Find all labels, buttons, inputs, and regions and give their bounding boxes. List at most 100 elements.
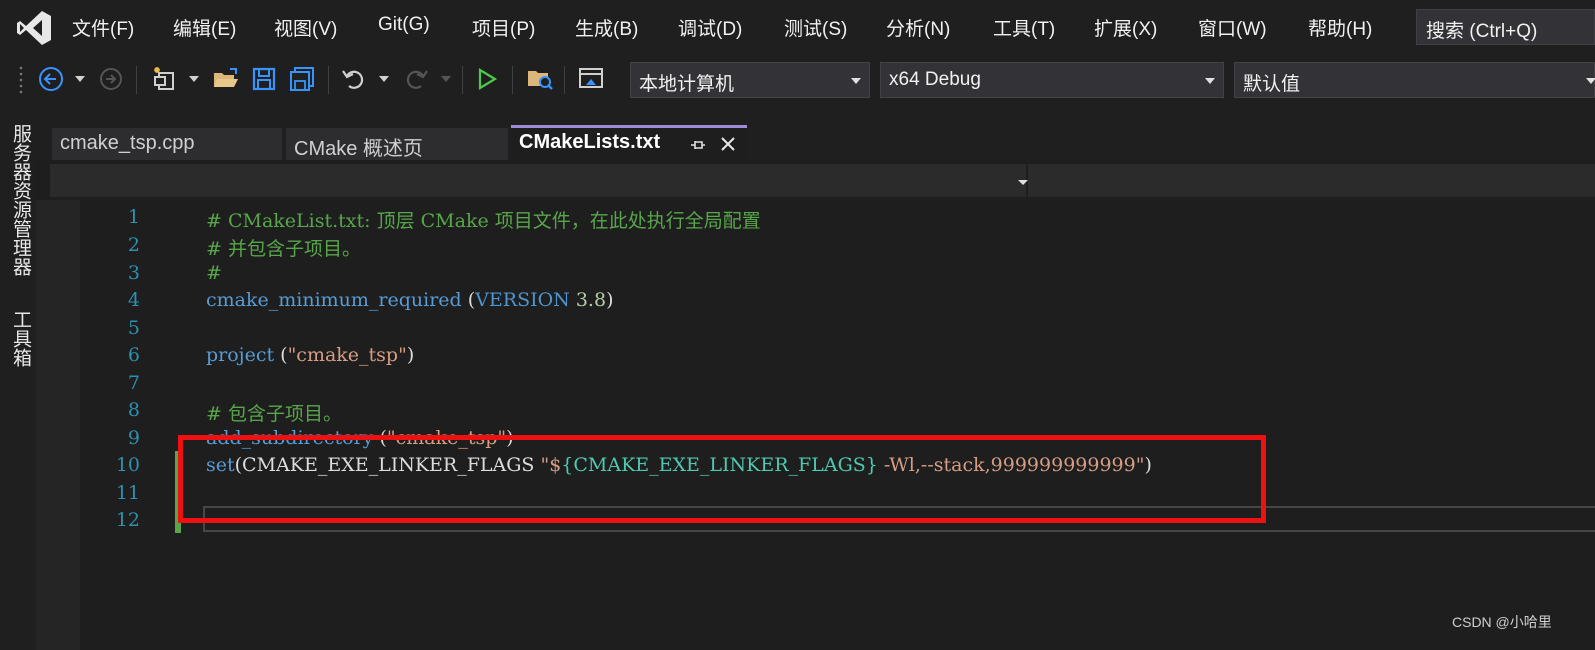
code-line-2: # 并包含子项目。 [206, 238, 361, 260]
tab-cmakelists-txt[interactable]: CMakeLists.txt [511, 125, 747, 160]
cmake-command: project [206, 344, 275, 366]
find-in-files-button[interactable] [524, 64, 556, 94]
chevron-down-icon [441, 76, 451, 82]
startup-item-value: 默认值 [1243, 74, 1301, 95]
tab-label: CMake 概述页 [294, 138, 423, 160]
new-project-button[interactable] [148, 64, 182, 94]
line-number: 3 [127, 262, 140, 284]
code-punct: ) [606, 289, 614, 311]
forward-arrow-icon [100, 68, 122, 90]
navigate-forward-button[interactable] [96, 64, 126, 94]
tab-cmake-overview[interactable]: CMake 概述页 [286, 128, 508, 160]
redo-icon [406, 70, 428, 89]
code-number: 3.8 [569, 289, 607, 311]
debug-target-value: 本地计算机 [639, 74, 735, 95]
menu-project[interactable]: 项目(P) [472, 14, 535, 41]
undo-icon [342, 70, 364, 89]
scope-dropdown[interactable] [50, 164, 1028, 197]
navigation-bar [36, 160, 1595, 200]
configuration-combo[interactable]: x64 Debug [880, 62, 1224, 98]
line-number: 2 [127, 234, 140, 256]
toolbar-grip-icon[interactable] [18, 64, 24, 96]
menu-extensions[interactable]: 扩展(X) [1094, 14, 1157, 41]
save-button[interactable] [248, 64, 280, 94]
member-dropdown[interactable] [1028, 164, 1595, 197]
code-punct: ) [406, 344, 415, 366]
redo-button[interactable] [400, 64, 432, 94]
line-number: 6 [127, 344, 140, 366]
code-line-6: project ("cmake_tsp") [206, 344, 414, 366]
menu-view[interactable]: 视图(V) [274, 14, 337, 41]
cmake-command: cmake_minimum_required [206, 289, 462, 311]
code-punct: ( [274, 344, 288, 366]
server-explorer-tab[interactable]: 服务器资源管理器 [6, 124, 39, 276]
menu-edit[interactable]: 编辑(E) [173, 14, 236, 41]
code-string: "cmake_tsp" [287, 344, 407, 366]
pin-icon[interactable] [689, 136, 707, 154]
folder-search-icon [528, 71, 553, 90]
menu-analyze[interactable]: 分析(N) [886, 14, 950, 41]
start-debugging-button[interactable] [472, 64, 502, 94]
cmake-keyword: VERSION [475, 289, 570, 311]
line-number: 9 [127, 427, 140, 449]
menu-file[interactable]: 文件(F) [72, 14, 134, 41]
line-number: 1 [127, 206, 140, 228]
open-file-button[interactable] [210, 64, 242, 94]
document-tab-strip: cmake_tsp.cpp CMake 概述页 CMakeLists.txt [36, 102, 1595, 160]
chevron-down-icon [379, 76, 389, 82]
undo-dropdown-button[interactable] [376, 64, 392, 94]
menu-test[interactable]: 测试(S) [784, 14, 847, 41]
menu-debug[interactable]: 调试(D) [678, 14, 742, 41]
undo-button[interactable] [338, 64, 370, 94]
new-project-icon [154, 67, 174, 90]
navigate-back-button[interactable] [36, 64, 66, 94]
toolbox-tab[interactable]: 工具箱 [6, 310, 39, 367]
menu-tools[interactable]: 工具(T) [993, 14, 1055, 41]
line-number: 5 [127, 317, 140, 339]
chevron-down-icon [75, 76, 85, 82]
menu-git[interactable]: Git(G) [378, 14, 430, 36]
line-number: 7 [127, 372, 140, 394]
close-icon[interactable] [719, 135, 737, 153]
code-line-4: cmake_minimum_required (VERSION 3.8) [206, 289, 613, 311]
startup-item-combo[interactable]: 默认值 [1234, 62, 1595, 98]
play-icon [478, 68, 498, 90]
watermark: CSDN @小哈里 [1452, 614, 1552, 630]
toolbar-separator [462, 66, 463, 94]
red-annotation-box [178, 435, 1266, 523]
line-number: 12 [115, 509, 140, 531]
toolbar: 本地计算机 x64 Debug 默认值 [0, 56, 1595, 102]
menu-build[interactable]: 生成(B) [575, 14, 638, 41]
code-line-8: # 包含子项目。 [206, 403, 342, 425]
chevron-down-icon [851, 78, 861, 84]
open-folder-icon [214, 68, 238, 87]
browser-link-button[interactable] [574, 64, 608, 94]
search-placeholder: 搜索 (Ctrl+Q) [1426, 21, 1538, 42]
new-dropdown-button[interactable] [186, 64, 202, 94]
browser-window-icon [579, 68, 603, 88]
toolbar-separator [136, 66, 137, 94]
back-arrow-icon [39, 67, 63, 91]
line-number: 10 [115, 454, 140, 476]
back-dropdown-button[interactable] [72, 64, 88, 94]
tab-label: cmake_tsp.cpp [60, 132, 195, 154]
menu-help[interactable]: 帮助(H) [1308, 14, 1372, 41]
save-all-icon [290, 67, 314, 91]
line-number: 8 [127, 399, 140, 421]
toolbar-separator [564, 66, 565, 94]
line-number: 11 [115, 482, 140, 504]
line-number: 4 [127, 289, 140, 311]
chevron-down-icon [1586, 78, 1595, 84]
tab-cmake-tsp-cpp[interactable]: cmake_tsp.cpp [52, 128, 282, 160]
tab-label: CMakeLists.txt [519, 131, 661, 153]
save-all-button[interactable] [286, 64, 318, 94]
visual-studio-logo-icon[interactable] [14, 8, 54, 48]
toolbar-separator [328, 66, 329, 94]
redo-dropdown-button[interactable] [438, 64, 454, 94]
chevron-down-icon [1018, 180, 1028, 185]
menu-window[interactable]: 窗口(W) [1198, 14, 1267, 41]
search-box[interactable]: 搜索 (Ctrl+Q) [1416, 9, 1595, 45]
toolbar-separator [512, 66, 513, 94]
save-icon [252, 67, 276, 91]
debug-target-combo[interactable]: 本地计算机 [630, 62, 870, 98]
